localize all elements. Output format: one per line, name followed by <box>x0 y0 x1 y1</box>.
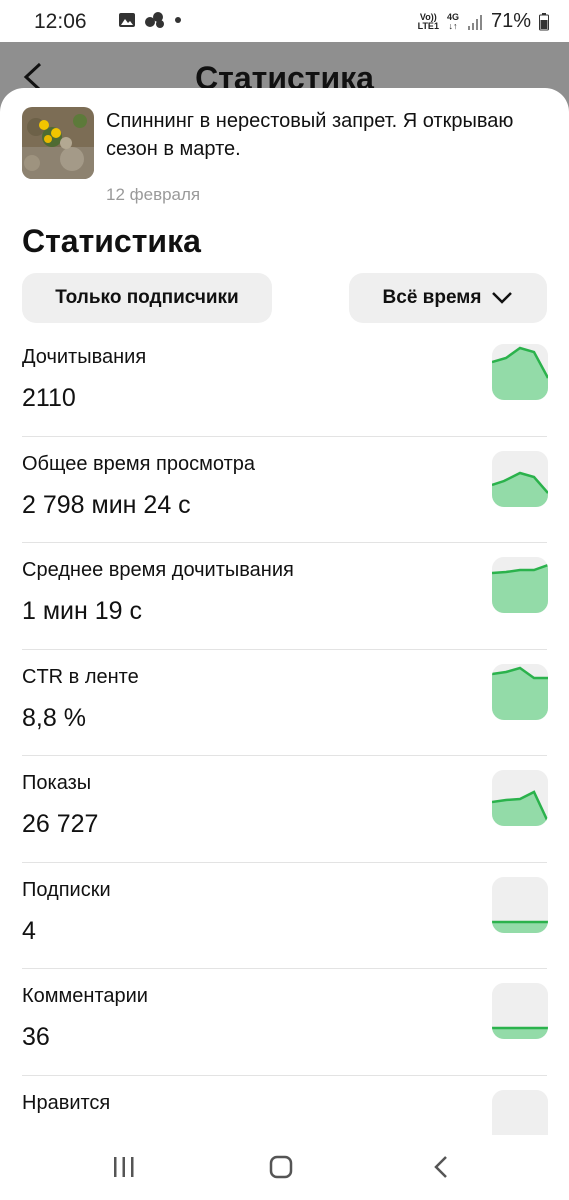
metric-value: 36 <box>22 1023 50 1051</box>
metric-label: Среднее время дочитывания <box>22 559 294 581</box>
gallery-icon <box>119 13 135 27</box>
statistics-heading: Статистика <box>22 223 201 259</box>
subscribers-filter-label: Только подписчики <box>55 287 239 308</box>
post-thumbnail <box>22 107 94 179</box>
metric-label: Нравится <box>22 1091 111 1114</box>
metric-row-total-view-time[interactable]: Общее время просмотра 2 798 мин 24 с <box>0 437 569 543</box>
sparkline-chart <box>492 1089 548 1135</box>
sparkline-chart <box>492 557 548 613</box>
metric-row-ctr[interactable]: CTR в ленте 8,8 % <box>0 650 569 756</box>
battery-level: 71% <box>490 10 531 32</box>
metric-row-comments[interactable]: Комментарии 36 <box>0 969 569 1076</box>
subscribers-only-filter-button[interactable]: Только подписчики <box>22 273 272 323</box>
community-icon <box>145 12 164 28</box>
status-bar: 12:06 Vo)) LTE1 4G ↓↑ 71% <box>0 0 569 42</box>
metric-value: 2 798 мин 24 с <box>22 490 191 519</box>
metric-value: 2110 <box>22 384 76 412</box>
volte-indicator: Vo)) LTE1 <box>417 11 439 31</box>
post-title: Спиннинг в нерестовый запрет. Я открываю… <box>106 110 514 160</box>
system-navigation-bar <box>0 1135 569 1200</box>
status-time: 12:06 <box>34 10 87 33</box>
metric-row-subscriptions[interactable]: Подписки 4 <box>0 863 569 969</box>
metric-row-reads[interactable]: Дочитывания 2110 <box>0 330 569 437</box>
back-icon[interactable] <box>432 1154 450 1180</box>
period-label: Всё время <box>382 287 482 308</box>
metric-value: 4 <box>22 916 36 945</box>
status-right: Vo)) LTE1 4G ↓↑ 71% <box>418 10 549 33</box>
metric-label: Подписки <box>22 878 111 901</box>
metric-label: Показы <box>22 772 92 794</box>
sparkline-chart <box>492 876 548 933</box>
data-arrows-icon: ↓↑ <box>448 20 458 31</box>
dot-icon <box>175 17 181 23</box>
metric-value: 1 мин 19 с <box>22 597 143 625</box>
metric-row-impressions[interactable]: Показы 26 727 <box>0 756 569 863</box>
battery-icon <box>539 12 549 30</box>
sparkline-chart <box>492 770 548 826</box>
notification-icons <box>118 11 182 29</box>
network-type-indicator: 4G ↓↑ <box>446 11 459 31</box>
metric-label: Комментарии <box>22 985 148 1007</box>
metric-value: 8,8 % <box>22 703 86 732</box>
post-preview[interactable]: Спиннинг в нерестовый запрет. Я открываю… <box>22 107 552 204</box>
metric-label: Дочитывания <box>22 346 147 368</box>
home-icon[interactable] <box>268 1154 294 1180</box>
metric-label: Общее время просмотра <box>22 452 255 475</box>
post-date: 12 февраля <box>106 185 201 204</box>
metrics-list: Дочитывания 2110 Общее время просмотра 2… <box>0 330 569 1135</box>
sparkline-chart <box>492 663 548 720</box>
metric-label: CTR в ленте <box>22 665 139 688</box>
signal-icon <box>467 14 482 30</box>
statistics-sheet: Спиннинг в нерестовый запрет. Я открываю… <box>0 88 569 1135</box>
metric-value: 26 727 <box>22 810 99 838</box>
sparkline-chart <box>492 344 548 400</box>
chevron-down-icon <box>492 292 513 304</box>
metric-row-average-read-time[interactable]: Среднее время дочитывания 1 мин 19 с <box>0 543 569 650</box>
period-dropdown[interactable]: Всё время <box>349 273 547 323</box>
recent-apps-icon[interactable] <box>112 1156 136 1178</box>
metric-row-likes[interactable]: Нравится <box>0 1076 569 1135</box>
sparkline-chart <box>492 983 548 1039</box>
sparkline-chart <box>492 450 548 507</box>
